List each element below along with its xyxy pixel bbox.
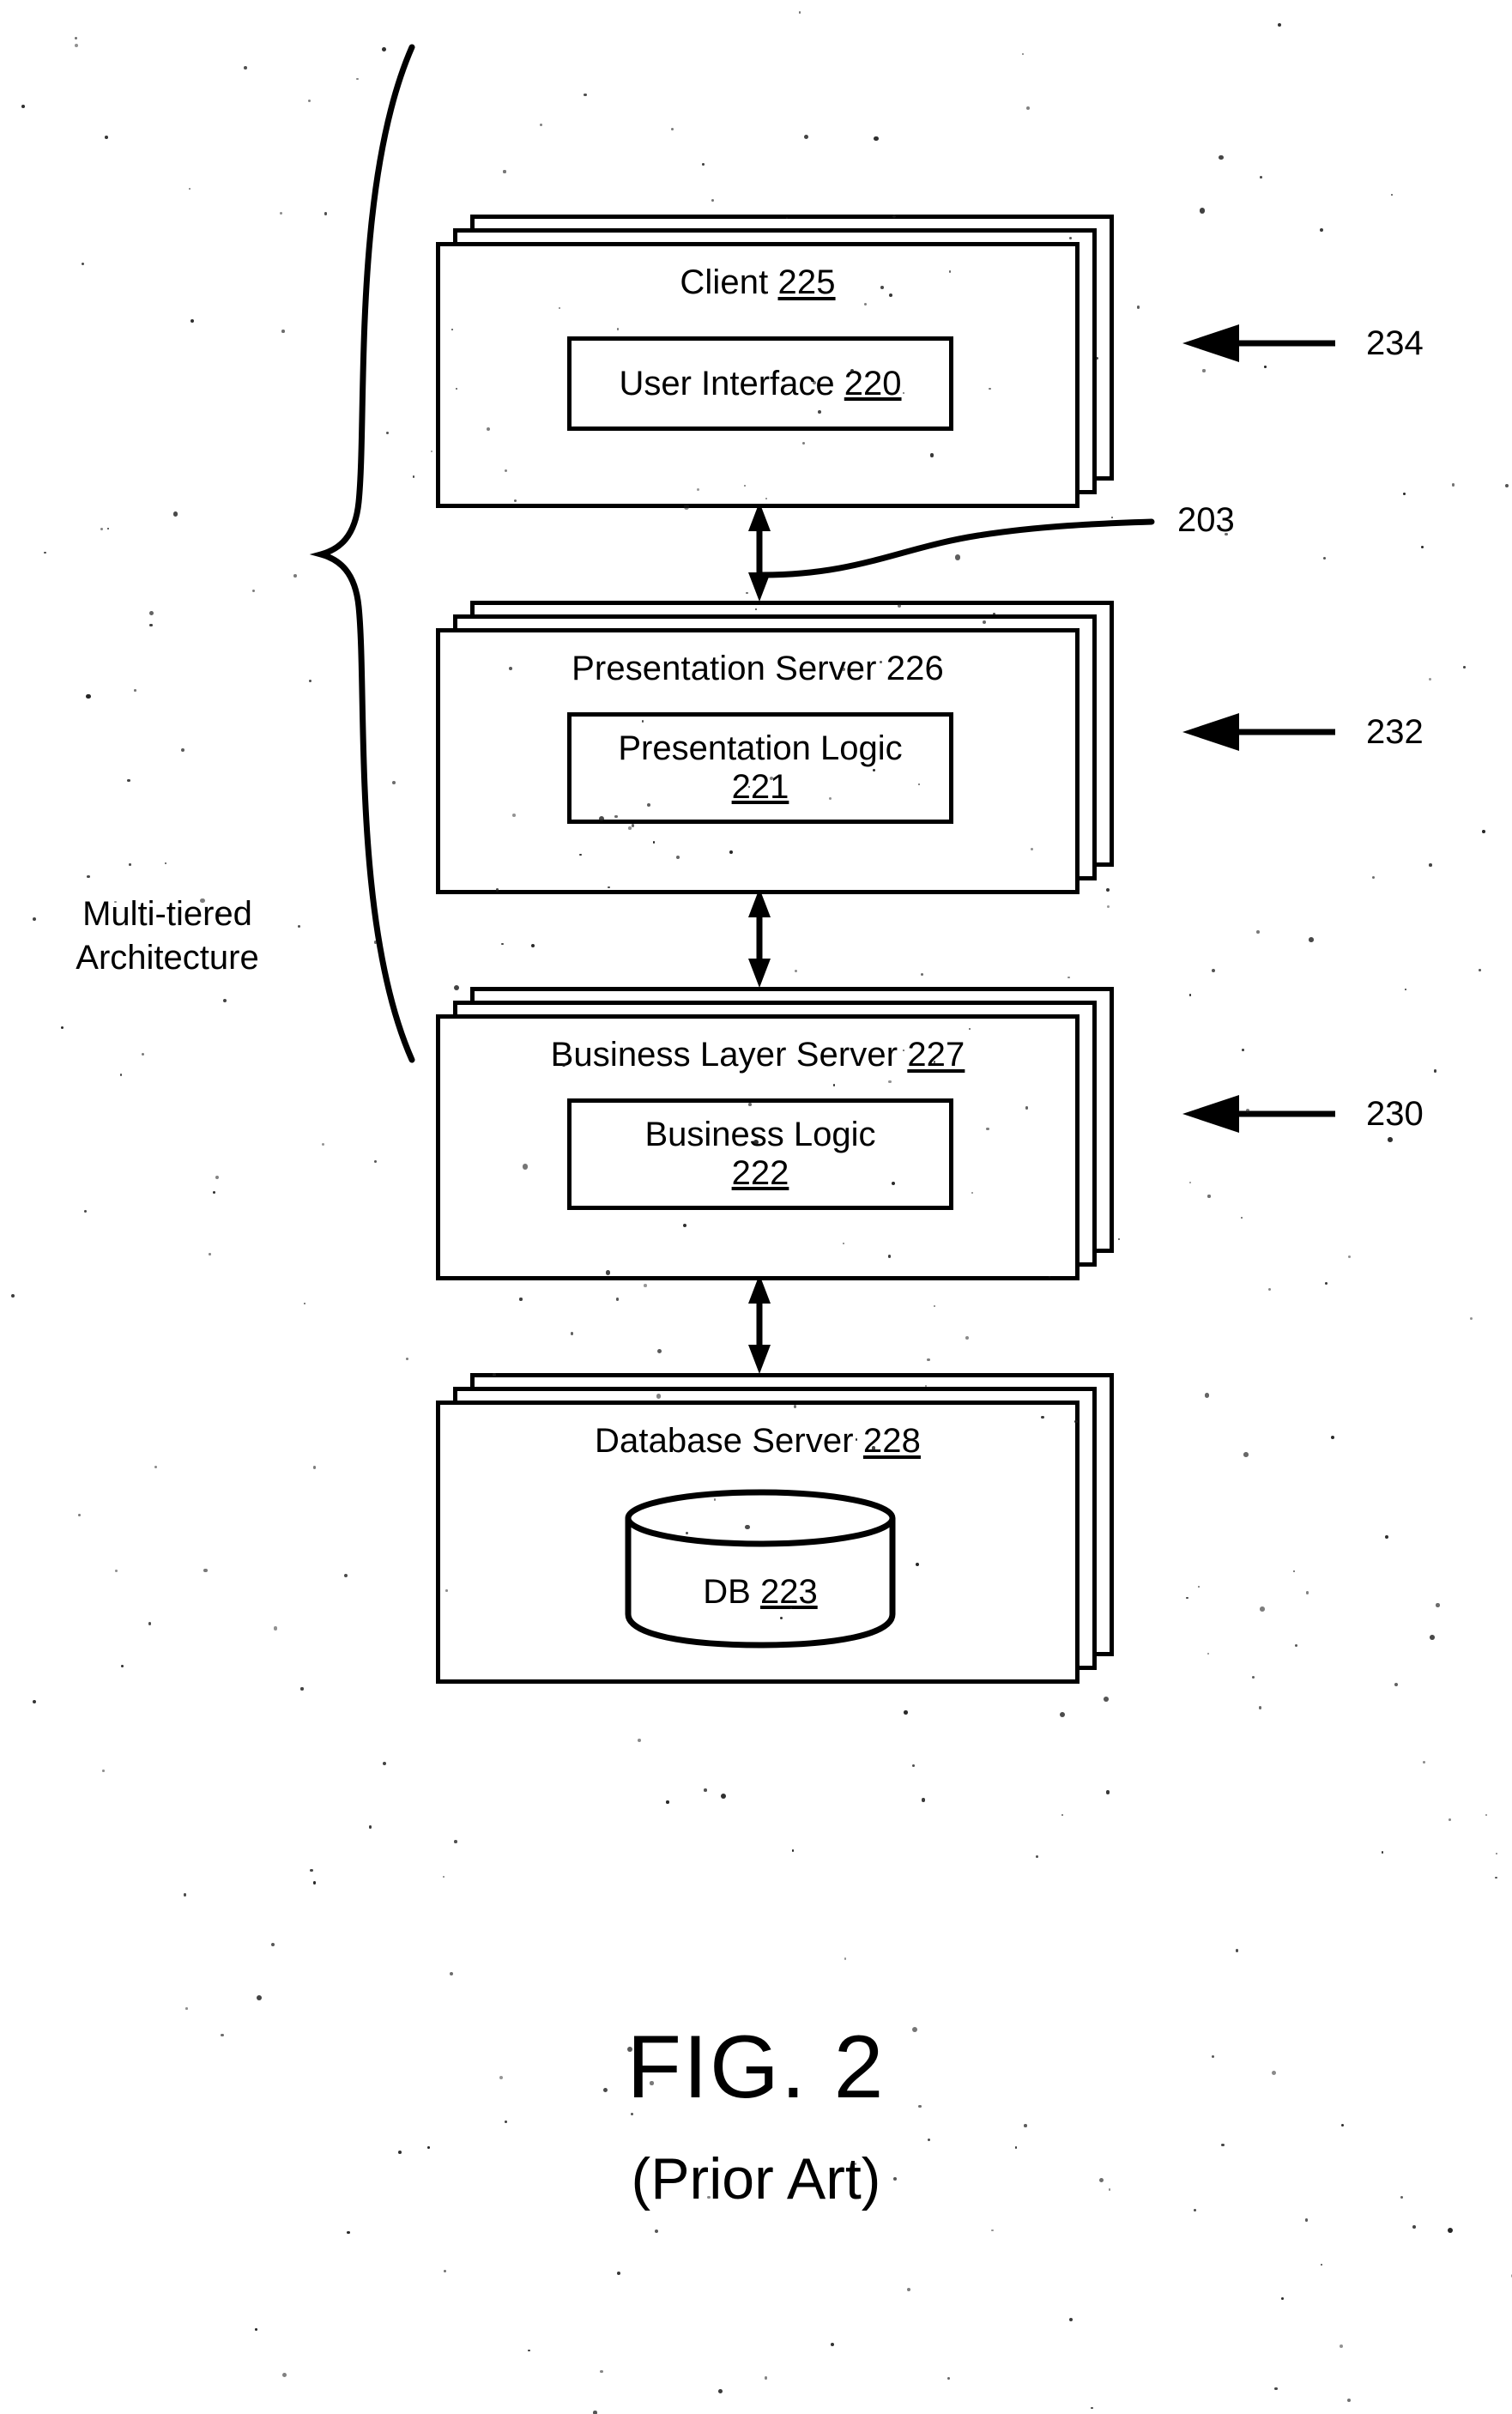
figure-caption: FIG. 2 <box>626 2018 886 2117</box>
ref-numeral-232: 232 <box>1366 712 1424 751</box>
leader-line-203 <box>755 513 1158 582</box>
business-logic-box[interactable]: Business Logic 222 <box>567 1098 953 1210</box>
ref-numeral-203: 203 <box>1177 501 1235 539</box>
connector-presentation-business <box>734 888 785 988</box>
business-layer-server-title: Business Layer Server 227 <box>436 1036 1080 1074</box>
client-title: Client 225 <box>436 263 1080 302</box>
user-interface-box[interactable]: User Interface 220 <box>567 336 953 431</box>
presentation-server-title-text: Presentation Server <box>572 650 886 687</box>
database-cylinder[interactable]: DB 223 <box>623 1489 898 1649</box>
business-layer-server-ref-numeral: 227 <box>907 1036 965 1074</box>
tier-client[interactable]: Client 225 User Interface 220 <box>436 215 1114 508</box>
database-server-title-text: Database Server <box>595 1422 863 1460</box>
figure-subcaption: (Prior Art) <box>631 2146 881 2211</box>
presentation-server-title: Presentation Server 226 <box>436 650 1080 688</box>
tier-business-layer-server[interactable]: Business Layer Server 227 Business Logic… <box>436 987 1114 1280</box>
connector-business-database <box>734 1274 785 1374</box>
db-label: DB 223 <box>623 1573 898 1612</box>
database-server-ref-numeral: 228 <box>862 1422 921 1460</box>
brace-label-line-2: Architecture <box>76 939 259 977</box>
multi-tiered-architecture-label: Multi-tiered Architecture <box>26 892 309 980</box>
user-interface-label-text: User Interface <box>619 364 844 402</box>
user-interface-ref-numeral: 220 <box>844 364 902 402</box>
client-ref-numeral: 225 <box>777 263 836 301</box>
brace-label-line-1: Multi-tiered <box>82 895 252 933</box>
database-server-title: Database Server 228 <box>436 1422 1080 1461</box>
business-layer-server-title-text: Business Layer Server <box>550 1036 908 1074</box>
db-label-text: DB <box>703 1573 760 1611</box>
patent-figure-page: Multi-tiered Architecture Client 225 Use… <box>0 0 1512 2414</box>
business-logic-label: Business Logic 222 <box>644 1116 875 1193</box>
presentation-server-ref-numeral: 226 <box>886 650 944 687</box>
db-ref-numeral: 223 <box>759 1573 818 1611</box>
client-title-text: Client <box>680 263 778 301</box>
callout-234: 234 <box>1182 319 1424 367</box>
ref-numeral-230: 230 <box>1366 1094 1424 1133</box>
multi-tiered-architecture-brace <box>309 44 429 1063</box>
presentation-logic-label: Presentation Logic 221 <box>618 729 902 807</box>
callout-232: 232 <box>1182 708 1424 756</box>
user-interface-label: User Interface 220 <box>619 365 901 403</box>
ref-numeral-234: 234 <box>1366 324 1424 362</box>
tier-database-server[interactable]: Database Server 228 DB 223 <box>436 1373 1114 1684</box>
business-logic-ref-numeral: 222 <box>731 1154 789 1192</box>
business-logic-label-text: Business Logic <box>644 1116 876 1154</box>
presentation-logic-label-text: Presentation Logic <box>618 729 903 768</box>
tier-presentation-server[interactable]: Presentation Server 226 Presentation Log… <box>436 601 1114 894</box>
callout-230: 230 <box>1182 1090 1424 1138</box>
presentation-logic-box[interactable]: Presentation Logic 221 <box>567 712 953 824</box>
presentation-logic-ref-numeral: 221 <box>731 768 789 806</box>
